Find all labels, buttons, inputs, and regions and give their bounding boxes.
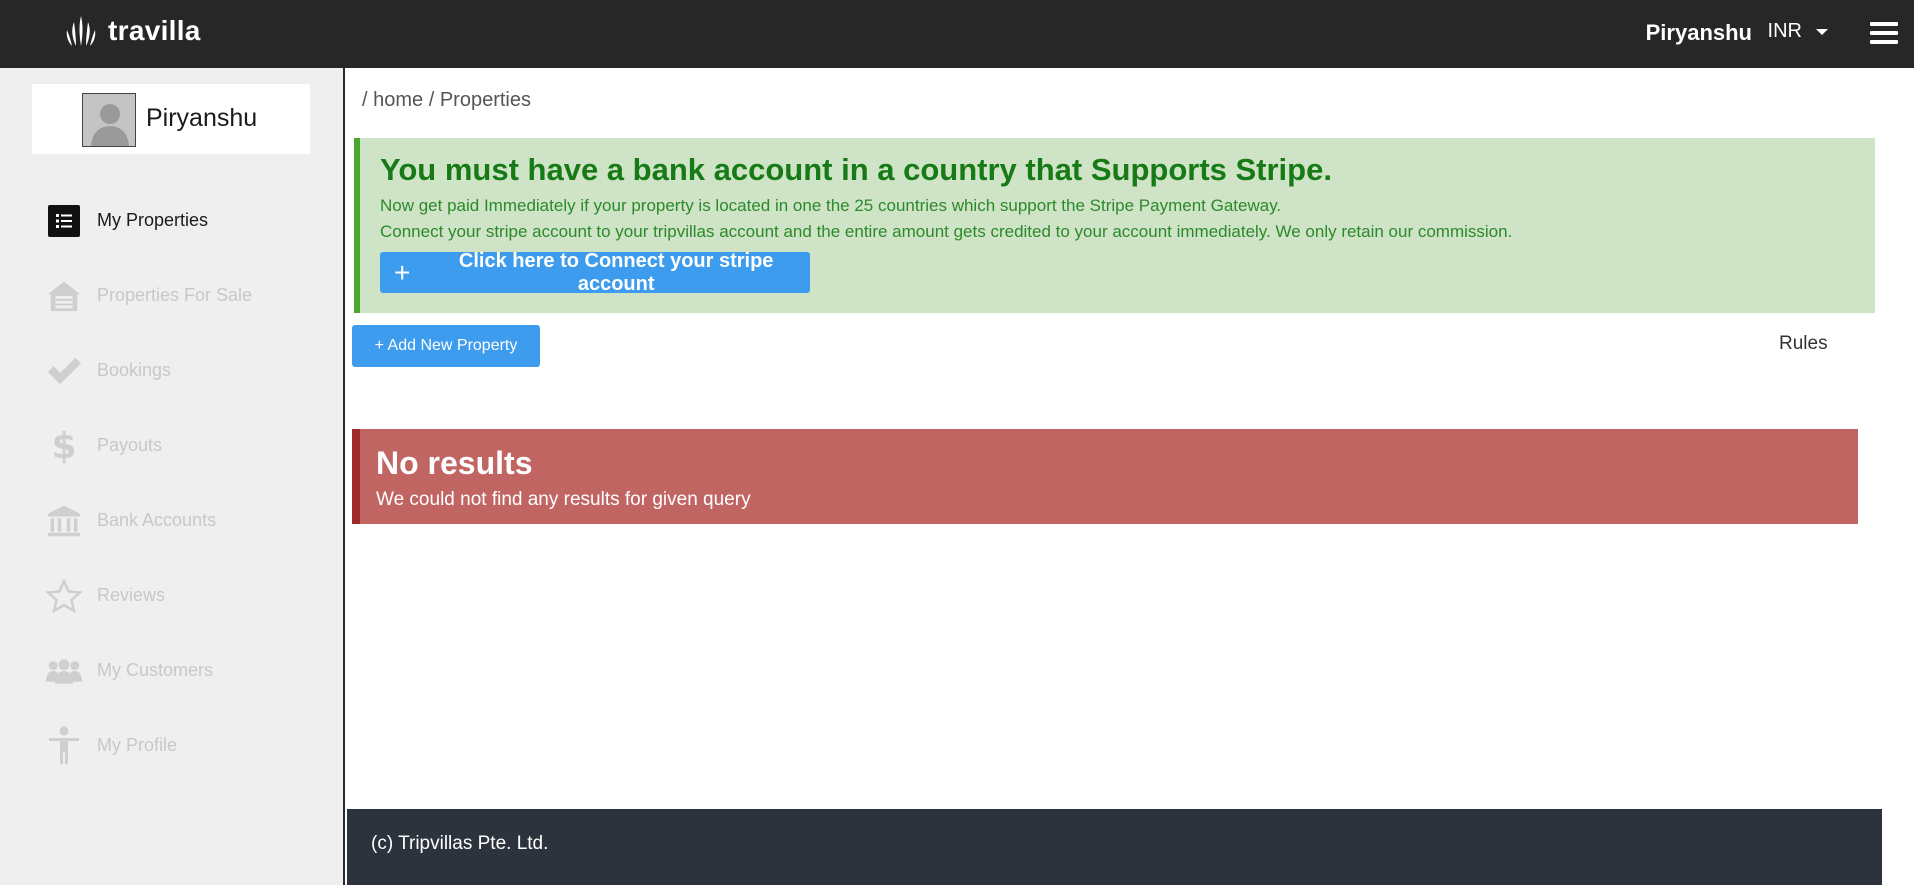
svg-text:$: $ [52, 426, 76, 466]
sidebar-item-my-profile[interactable]: My Profile [0, 708, 345, 783]
breadcrumb: / home / Properties [362, 89, 531, 112]
no-results-title: No results [376, 445, 533, 481]
no-results-alert: No results We could not find any results… [352, 429, 1858, 524]
logo-text: travilla [108, 15, 201, 46]
connect-stripe-label: Click here to Connect your stripe accoun… [458, 249, 774, 295]
top-navbar: travilla Piryanshu INR [0, 0, 1914, 68]
breadcrumb-separator: / [362, 89, 368, 111]
breadcrumb-home-link[interactable]: home [373, 89, 423, 111]
sidebar-item-label: My Customers [97, 660, 214, 680]
sidebar-item-bookings[interactable]: Bookings [0, 333, 345, 408]
stripe-alert: You must have a bank account in a countr… [354, 138, 1875, 313]
add-new-property-button[interactable]: + Add New Property [352, 325, 540, 367]
currency-dropdown[interactable]: INR [1768, 20, 1828, 43]
sidebar-nav: My Properties Properties For Sale Bookin… [0, 183, 345, 783]
profile-name: Piryanshu [146, 104, 258, 132]
star-icon [46, 578, 82, 614]
checkmark-icon [46, 353, 82, 389]
sidebar-item-properties-for-sale[interactable]: Properties For Sale [0, 258, 345, 333]
sidebar-item-label: Payouts [97, 435, 163, 455]
sidebar-item-label: My Properties [97, 210, 209, 230]
plus-icon: + [394, 256, 411, 288]
footer-copyright: (c) Tripvillas Pte. Ltd. [371, 833, 549, 854]
logo-icon [66, 16, 96, 46]
person-icon [46, 726, 82, 764]
header-user-name[interactable]: Piryanshu [1646, 20, 1752, 46]
dollar-icon: $ [46, 426, 82, 466]
caret-down-icon [1816, 28, 1828, 35]
sidebar-item-my-customers[interactable]: My Customers [0, 633, 345, 708]
sidebar-item-payouts[interactable]: $ Payouts [0, 408, 345, 483]
breadcrumb-current: Properties [439, 89, 531, 111]
connect-stripe-button[interactable]: + Click here to Connect your stripe acco… [380, 249, 810, 295]
sidebar-item-reviews[interactable]: Reviews [0, 558, 345, 633]
sidebar-item-label: Properties For Sale [97, 285, 253, 305]
sidebar-item-bank-accounts[interactable]: Bank Accounts [0, 483, 345, 558]
breadcrumb-separator: / [428, 89, 435, 111]
sidebar-item-my-properties[interactable]: My Properties [0, 183, 345, 258]
app-logo[interactable]: travilla [62, 14, 201, 48]
currency-label: INR [1767, 20, 1802, 42]
sidebar-item-label: Bank Accounts [97, 510, 217, 530]
sidebar-item-label: Bookings [97, 360, 172, 380]
profile-card[interactable]: Piryanshu [32, 84, 310, 154]
hamburger-menu-icon[interactable] [1870, 22, 1898, 44]
stripe-alert-title: You must have a bank account in a countr… [380, 152, 1332, 187]
bank-icon [46, 503, 82, 539]
avatar [82, 93, 136, 147]
no-results-subtitle: We could not find any results for given … [376, 489, 751, 510]
house-icon [46, 278, 82, 314]
stripe-alert-line2: Connect your stripe account to your trip… [380, 222, 1513, 241]
list-icon [46, 203, 82, 239]
user-silhouette-icon [83, 94, 135, 146]
footer: (c) Tripvillas Pte. Ltd. [347, 809, 1882, 885]
users-icon [46, 653, 82, 689]
rules-link[interactable]: Rules [1779, 333, 1828, 355]
sidebar-item-label: Reviews [97, 585, 166, 605]
sidebar-item-label: My Profile [97, 735, 178, 755]
stripe-alert-line1: Now get paid Immediately if your propert… [380, 196, 1282, 215]
sidebar: Piryanshu My Properties Properties For S… [0, 68, 345, 885]
